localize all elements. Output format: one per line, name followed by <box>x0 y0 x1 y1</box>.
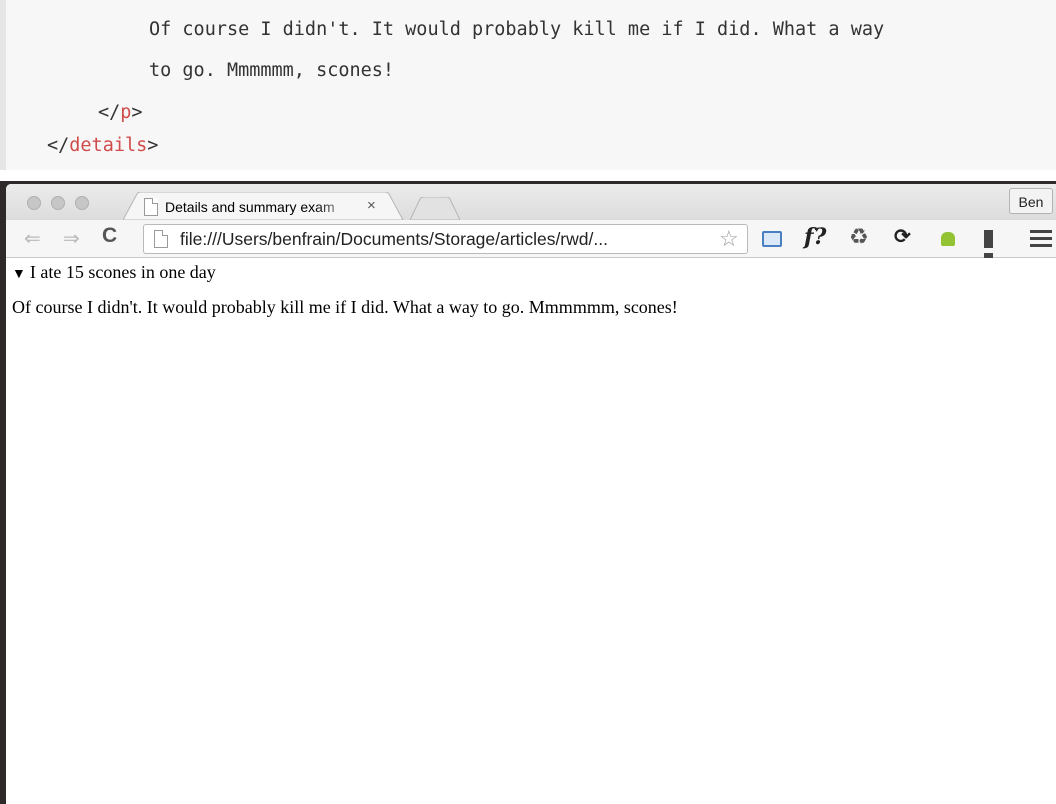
details-summary[interactable]: ▼ I ate 15 scones in one day <box>12 262 216 283</box>
bookmark-star-icon[interactable]: ☆ <box>719 226 739 252</box>
page-viewport: ▼ I ate 15 scones in one day Of course I … <box>6 258 1056 804</box>
recycle-extension-icon[interactable]: ♻ <box>849 224 869 250</box>
back-arrow-icon[interactable]: ⇐ <box>24 226 41 251</box>
details-paragraph: Of course I didn't. It would probably ki… <box>12 297 678 317</box>
android-extension-icon[interactable] <box>941 232 955 246</box>
cast-extension-icon[interactable] <box>762 231 782 247</box>
browser-chrome: Details and summary exam × Ben ⇐ ⇒ C fil… <box>6 184 1056 804</box>
browser-window: Details and summary exam × Ben ⇐ ⇒ C fil… <box>0 181 1056 804</box>
code-tag-details: details <box>69 135 148 156</box>
code-line-2: to go. Mmmmmm, scones! <box>149 60 395 81</box>
menu-icon[interactable] <box>1030 230 1052 251</box>
tab-favicon-icon <box>144 198 158 216</box>
forward-arrow-icon[interactable]: ⇒ <box>63 226 80 251</box>
code-snippet: Of course I didn't. It would probably ki… <box>0 0 1056 170</box>
window-close-button[interactable] <box>27 196 41 210</box>
window-minimize-button[interactable] <box>51 196 65 210</box>
new-tab-button[interactable] <box>410 197 460 220</box>
code-line-1: Of course I didn't. It would probably ki… <box>149 19 885 40</box>
disclosure-triangle-icon[interactable]: ▼ <box>12 267 26 282</box>
summary-text[interactable]: I ate 15 scones in one day <box>30 262 216 282</box>
browser-toolbar: ⇐ ⇒ C file:///Users/benfrain/Documents/S… <box>6 220 1056 271</box>
columns-extension-icon[interactable] <box>984 230 1006 271</box>
code-punct: </ <box>47 135 70 156</box>
sync-extension-icon[interactable]: ⟳ <box>894 224 911 249</box>
window-zoom-button[interactable] <box>75 196 89 210</box>
tab-strip: Details and summary exam × Ben <box>6 184 1056 220</box>
code-punct: </ <box>98 102 121 123</box>
tab-close-icon[interactable]: × <box>367 197 376 214</box>
code-line-4: </details> <box>47 134 158 158</box>
code-punct: > <box>147 135 159 156</box>
page-icon <box>154 230 168 248</box>
code-punct: > <box>131 102 143 123</box>
reload-icon[interactable]: C <box>102 224 117 248</box>
code-line-3: </p> <box>98 101 143 125</box>
code-tag-p: p <box>120 102 132 123</box>
address-bar[interactable]: file:///Users/benfrain/Documents/Storage… <box>143 224 748 254</box>
profile-button[interactable]: Ben <box>1009 188 1053 214</box>
fontface-ninja-icon[interactable]: f? <box>804 224 826 250</box>
tab-title-fade <box>315 196 355 218</box>
url-text[interactable]: file:///Users/benfrain/Documents/Storage… <box>180 229 608 250</box>
